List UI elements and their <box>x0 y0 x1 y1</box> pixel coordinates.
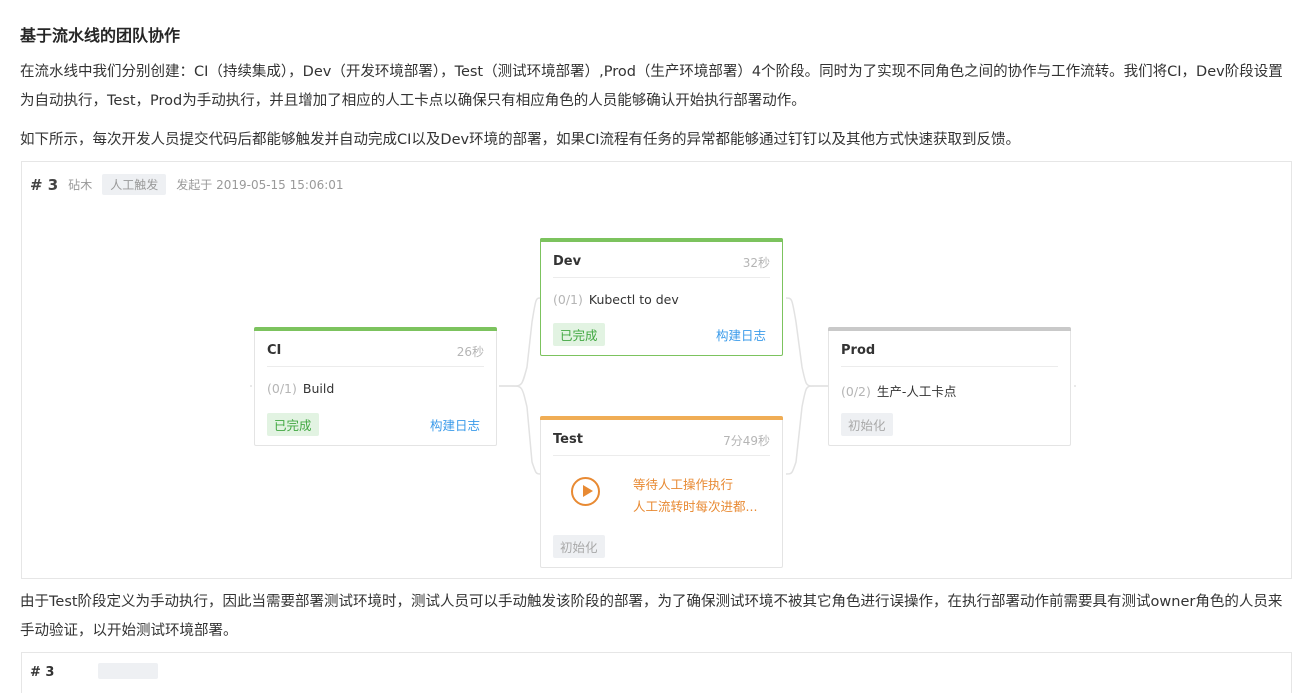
stage-name: Prod <box>841 343 876 358</box>
divider <box>553 455 770 456</box>
status-badge: 初始化 <box>841 413 893 436</box>
status-badge: 已完成 <box>553 323 605 346</box>
divider <box>841 366 1058 367</box>
stage-name: CI <box>267 343 282 358</box>
stage-status-bar <box>254 327 497 331</box>
stage-duration: 32秒 <box>742 256 770 270</box>
stage-dev-card[interactable]: Dev 32秒 (0/1) Kubectl to dev 已完成 构建日志 <box>540 238 783 356</box>
task-name: Kubectl to dev <box>588 292 679 307</box>
next-pipeline-panel: # 3 <box>21 652 1292 693</box>
trigger-tag <box>98 663 158 679</box>
stage-duration: 26秒 <box>456 345 484 359</box>
waiting-message: 等待人工操作执行 <box>633 477 734 492</box>
stage-test-card[interactable]: Test 7分49秒 等待人工操作执行 人工流转时每次进都... 初始化 <box>540 416 783 568</box>
play-icon[interactable] <box>571 477 600 506</box>
ci-feedback-paragraph: 如下所示，每次开发人员提交代码后都能够触发并自动完成CI以及Dev环境的部署，如… <box>20 132 1020 148</box>
build-log-link[interactable]: 构建日志 <box>430 415 480 434</box>
pipeline-run-panel: # 3 砧木 人工触发 发起于 2019-05-15 15:06:01 CI 2… <box>21 161 1292 579</box>
stage-name: Test <box>553 432 583 447</box>
status-badge: 已完成 <box>267 413 319 436</box>
manual-transition-note: 人工流转时每次进都... <box>633 499 758 514</box>
stage-status-bar <box>540 238 783 242</box>
status-badge: 初始化 <box>553 535 605 558</box>
intro-paragraph: 在流水线中我们分别创建：CI（持续集成），Dev（开发环境部署），Test（测试… <box>20 64 1283 109</box>
stage-ci-card[interactable]: CI 26秒 (0/1) Build 已完成 构建日志 <box>254 327 497 446</box>
article-heading: 基于流水线的团队协作 <box>20 26 181 45</box>
stage-status-bar <box>828 327 1071 331</box>
task-count: (0/1) <box>553 292 583 307</box>
stage-duration: 7分49秒 <box>723 434 770 448</box>
stage-status-bar <box>540 416 783 420</box>
test-stage-paragraph: 由于Test阶段定义为手动执行，因此当需要部署测试环境时，测试人员可以手动触发该… <box>20 594 1283 639</box>
task-count: (0/1) <box>267 381 297 396</box>
task-name: 生产-人工卡点 <box>876 384 957 399</box>
divider <box>553 277 770 278</box>
task-count: (0/2) <box>841 384 871 399</box>
stage-task: (0/1) Kubectl to dev <box>553 292 679 307</box>
task-name: Build <box>302 381 335 396</box>
build-log-link[interactable]: 构建日志 <box>716 325 766 344</box>
stage-task: (0/1) Build <box>267 381 334 396</box>
stage-task: (0/2) 生产-人工卡点 <box>841 381 956 400</box>
run-number: # 3 <box>30 665 55 680</box>
stage-prod-card[interactable]: Prod (0/2) 生产-人工卡点 初始化 <box>828 327 1071 446</box>
divider <box>267 366 484 367</box>
stage-name: Dev <box>553 254 582 269</box>
